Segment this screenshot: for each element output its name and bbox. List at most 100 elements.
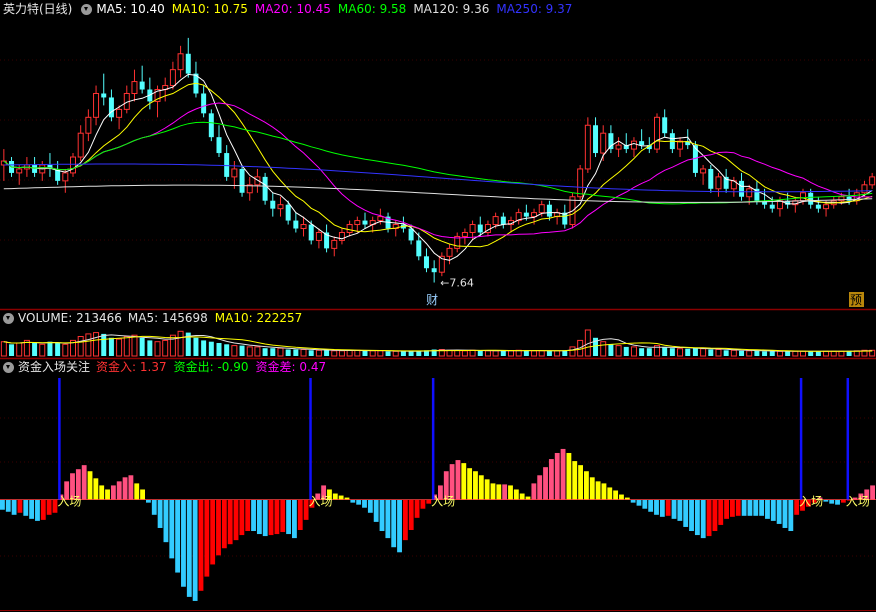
volume-bar-52 bbox=[400, 351, 406, 356]
volume-bar-59 bbox=[454, 349, 461, 357]
fund-bar-66 bbox=[385, 499, 391, 539]
fund-bar-17 bbox=[99, 485, 105, 500]
candle-body-35 bbox=[270, 200, 276, 209]
volume-bar-108 bbox=[830, 350, 837, 357]
fund-bar-115 bbox=[671, 499, 677, 519]
candle-body-31 bbox=[239, 168, 245, 193]
volume-bar-100 bbox=[769, 351, 775, 356]
volume-bar-94 bbox=[723, 350, 729, 356]
fund-bar-111 bbox=[648, 499, 654, 512]
fund-legend-item-2: 资金差: 0.47 bbox=[255, 360, 327, 374]
volume-bar-25 bbox=[193, 337, 199, 356]
fund-bar-48 bbox=[280, 499, 286, 533]
candle-body-17 bbox=[131, 81, 138, 94]
main-dropdown-icon[interactable] bbox=[81, 3, 93, 15]
volume-bar-109 bbox=[838, 350, 845, 357]
candle-body-58 bbox=[446, 247, 453, 257]
candle-body-107 bbox=[823, 204, 830, 210]
candle-body-15 bbox=[116, 108, 123, 118]
volume-bar-80 bbox=[615, 345, 622, 357]
fund-bar-126 bbox=[735, 499, 741, 516]
candle-body-41 bbox=[315, 231, 322, 241]
fund-bar-61 bbox=[356, 499, 362, 505]
candle-body-78 bbox=[600, 132, 607, 154]
fund-bar-117 bbox=[683, 499, 689, 527]
candle-body-77 bbox=[593, 125, 599, 154]
candle-body-112 bbox=[861, 184, 868, 194]
fund-bar-46 bbox=[268, 499, 274, 536]
fund-bar-49 bbox=[286, 499, 291, 535]
fund-bar-45 bbox=[262, 499, 268, 537]
volume-bar-50 bbox=[385, 351, 391, 356]
fund-bar-84 bbox=[490, 483, 496, 500]
candle-body-65 bbox=[500, 216, 506, 225]
volume-bar-104 bbox=[800, 350, 806, 357]
fund-bar-97 bbox=[566, 452, 572, 500]
volume-bar-46 bbox=[354, 349, 361, 357]
volume-dropdown-icon[interactable] bbox=[3, 312, 14, 324]
volume-bar-28 bbox=[216, 343, 222, 356]
fund-bar-57 bbox=[332, 493, 338, 500]
candle-body-104 bbox=[800, 192, 806, 202]
volume-bar-92 bbox=[708, 349, 714, 356]
volume-bar-78 bbox=[600, 341, 607, 357]
fund-bar-32 bbox=[186, 499, 192, 597]
volume-bar-48 bbox=[369, 350, 376, 357]
fund-bar-103 bbox=[601, 483, 607, 500]
candle-body-39 bbox=[300, 224, 307, 230]
fund-bar-96 bbox=[560, 448, 566, 500]
fund-bar-108 bbox=[630, 499, 636, 503]
fund-bar-86 bbox=[502, 484, 508, 500]
yu-marker: 预 bbox=[850, 293, 862, 307]
ma20-line bbox=[3, 102, 873, 239]
volume-bar-16 bbox=[123, 336, 130, 357]
fund-bar-29 bbox=[169, 499, 175, 559]
fund-bar-37 bbox=[216, 499, 221, 556]
fund-bar-94 bbox=[548, 459, 554, 500]
candle-body-85 bbox=[654, 116, 660, 150]
volume-bar-62 bbox=[477, 350, 483, 356]
fund-bar-128 bbox=[747, 499, 753, 516]
fund-legend-item-0: 资金入: 1.37 bbox=[96, 360, 167, 374]
fund-bar-47 bbox=[274, 499, 280, 535]
fund-bar-8 bbox=[46, 499, 52, 515]
candle-body-43 bbox=[331, 239, 338, 249]
fund-bar-67 bbox=[391, 499, 397, 548]
volume-bar-72 bbox=[554, 350, 561, 357]
fund-bar-132 bbox=[770, 499, 776, 521]
volume-bar-65 bbox=[500, 350, 506, 356]
fund-dropdown-icon[interactable] bbox=[3, 361, 14, 373]
fund-bar-104 bbox=[607, 487, 613, 500]
volume-bar-29 bbox=[224, 344, 230, 356]
candle-body-56 bbox=[431, 268, 437, 273]
volume-bar-89 bbox=[685, 348, 691, 356]
fund-bar-99 bbox=[578, 465, 583, 500]
volume-bar-5 bbox=[39, 343, 46, 357]
fund-bar-3 bbox=[17, 499, 23, 513]
volume-bar-93 bbox=[715, 349, 722, 357]
fund-bar-142 bbox=[829, 499, 835, 504]
fund-bar-113 bbox=[659, 499, 665, 517]
volume-bar-106 bbox=[815, 351, 821, 356]
volume-bar-74 bbox=[569, 346, 576, 357]
fund-bar-16 bbox=[93, 478, 99, 500]
candle-body-29 bbox=[224, 153, 230, 177]
candle-body-28 bbox=[216, 137, 222, 154]
fund-bar-82 bbox=[478, 475, 484, 500]
candle-body-71 bbox=[546, 204, 552, 217]
volume-bar-51 bbox=[392, 350, 399, 357]
candle-body-93 bbox=[715, 176, 722, 190]
entry-label-1: 入场 bbox=[309, 495, 333, 509]
fund-bar-70 bbox=[408, 499, 414, 530]
fund-bar-93 bbox=[543, 467, 548, 500]
candle-body-68 bbox=[523, 212, 529, 217]
fund-bar-90 bbox=[525, 496, 531, 500]
fund-bar-102 bbox=[595, 481, 601, 500]
candle-body-38 bbox=[293, 220, 299, 229]
fund-bar-31 bbox=[181, 499, 186, 587]
volume-bar-15 bbox=[116, 338, 123, 357]
fund-bar-83 bbox=[484, 479, 490, 500]
candle-body-86 bbox=[662, 117, 668, 134]
fund-bar-24 bbox=[140, 489, 145, 500]
volume-bar-33 bbox=[254, 346, 261, 357]
